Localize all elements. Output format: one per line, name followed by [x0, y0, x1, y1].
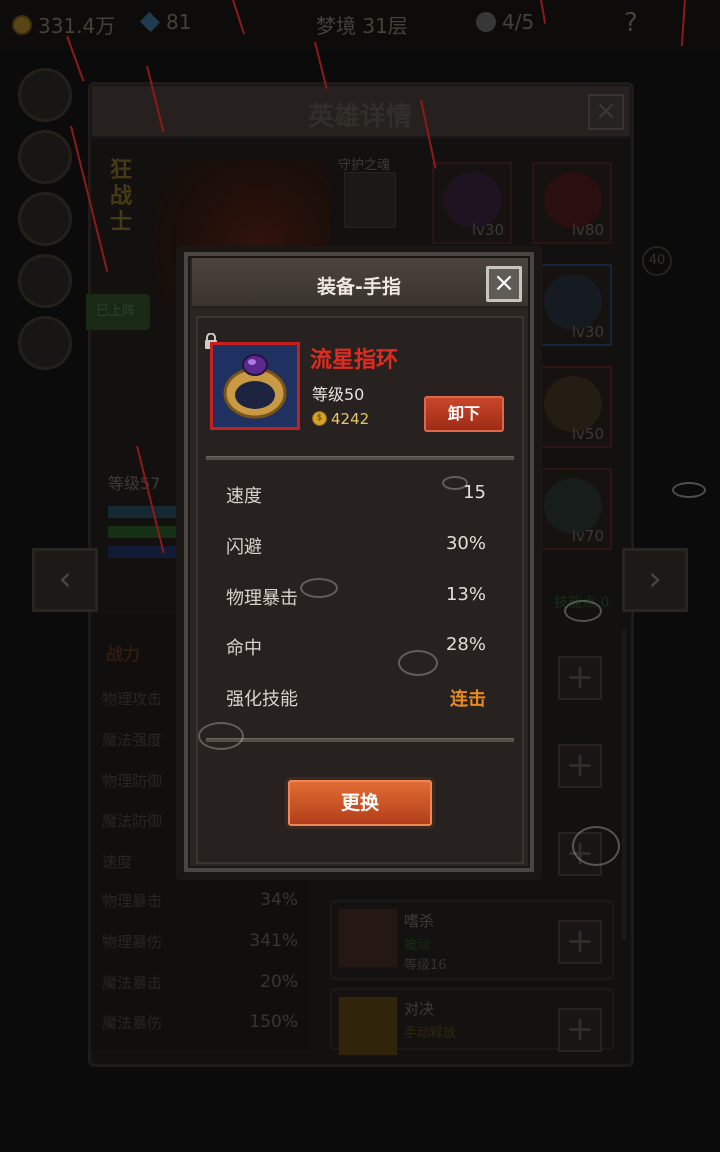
attribute-label: 物理暴击 — [226, 588, 298, 609]
divider — [206, 738, 514, 742]
splash-decoration — [442, 476, 468, 490]
item-portrait — [210, 342, 300, 430]
unequip-button[interactable]: 卸下 — [424, 396, 504, 432]
attribute-label: 强化技能 — [226, 689, 298, 710]
attribute-value: 28% — [445, 634, 486, 655]
attribute-label: 闪避 — [226, 537, 262, 558]
divider — [206, 456, 514, 460]
attribute-label: 命中 — [226, 638, 262, 659]
attribute-row: 命中 28% — [226, 634, 486, 660]
splash-decoration — [572, 826, 620, 866]
attribute-value: 30% — [445, 533, 486, 554]
splash-decoration — [198, 722, 244, 750]
attribute-row: 强化技能 连击 — [226, 685, 486, 711]
gold-coin-icon: $ — [312, 411, 327, 426]
splash-decoration — [398, 650, 438, 676]
attribute-value: 13% — [445, 584, 486, 605]
equipment-dialog-title: 装备-手指 — [317, 276, 401, 298]
replace-button[interactable]: 更换 — [288, 780, 432, 826]
splash-decoration — [300, 578, 338, 598]
attribute-row: 闪避 30% — [226, 533, 486, 559]
item-level: 等级50 — [312, 385, 365, 404]
attribute-row: 物理暴击 13% — [226, 584, 486, 610]
splash-decoration — [564, 600, 602, 622]
item-name: 流星指环 — [310, 348, 399, 373]
attribute-label: 速度 — [226, 486, 262, 507]
equipment-dialog-close-button[interactable]: × — [486, 266, 522, 302]
item-sell-price: 4242 — [331, 410, 370, 428]
splash-decoration — [672, 482, 706, 498]
ring-icon — [213, 345, 297, 427]
enhanced-skill-value: 连击 — [450, 689, 486, 710]
